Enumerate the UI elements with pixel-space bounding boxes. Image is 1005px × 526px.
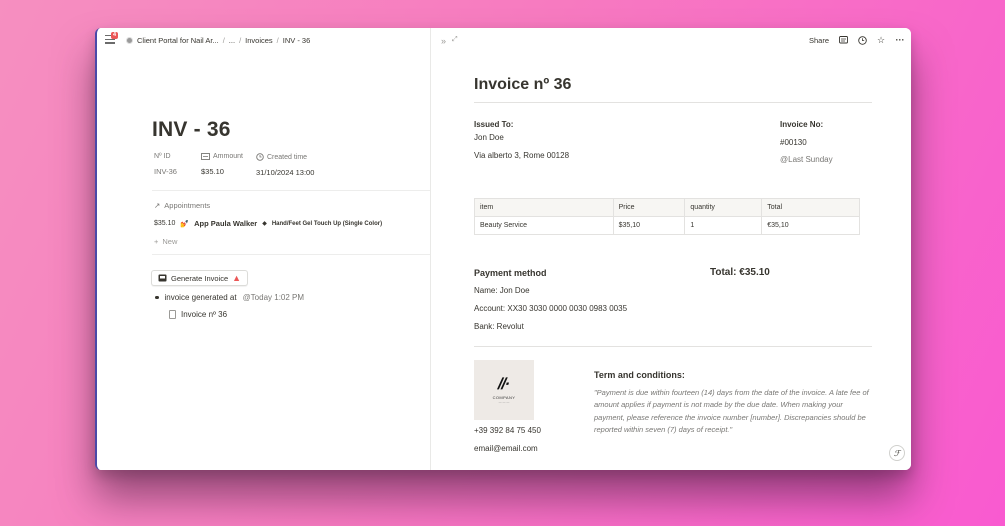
- list-item: invoice generated at @Today 1:02 PM: [155, 293, 304, 302]
- comment-icon[interactable]: [838, 35, 848, 45]
- subpage-label: Invoice nº 36: [181, 310, 228, 319]
- divider: [474, 102, 872, 103]
- breadcrumb-separator: /: [276, 36, 279, 45]
- payment-method-heading: Payment method: [474, 268, 547, 278]
- bullet-dot: [155, 295, 159, 300]
- gem-icon: ◆: [262, 221, 267, 227]
- property-value: 31/10/2024 13:00: [256, 168, 315, 177]
- subpage-link[interactable]: Invoice nº 36: [169, 310, 227, 319]
- divider: [152, 190, 430, 191]
- help-icon[interactable]: ℱ: [889, 445, 905, 461]
- arrow-up-right-icon: ↗: [154, 201, 161, 210]
- left-page: 4 Client Portal for Nail Ar... / ... / I…: [97, 28, 430, 470]
- terms-heading: Term and conditions:: [594, 370, 685, 380]
- payment-account: Account: XX30 3030 0000 0030 0983 0035: [474, 304, 628, 313]
- logo-tagline: — — —: [498, 400, 510, 404]
- appointment-item[interactable]: $35.10 💅 App Paula Walker ◆ Hand/Feet Ge…: [154, 219, 382, 228]
- breadcrumb-separator: /: [222, 36, 225, 45]
- property-head: Created time: [256, 153, 314, 161]
- breadcrumb-item-portal[interactable]: Client Portal for Nail Ar...: [137, 36, 219, 45]
- page-icon: [169, 310, 176, 319]
- number-icon: [201, 153, 210, 160]
- table-row: Beauty Service $35,10 1 €35,10: [474, 216, 860, 235]
- workspace-favicon-icon: [126, 37, 133, 44]
- column-header: Total: [761, 198, 860, 217]
- more-options-icon[interactable]: ···: [895, 35, 905, 45]
- breadcrumb-item-invoices[interactable]: Invoices: [245, 36, 273, 45]
- page-title[interactable]: INV - 36: [152, 118, 231, 142]
- new-label: New: [162, 237, 178, 246]
- nail-polish-icon: 💅: [180, 220, 190, 228]
- property-created-time[interactable]: Created time 31/10/2024 13:00: [256, 153, 314, 177]
- expand-icon[interactable]: ⤢: [452, 36, 458, 46]
- appointment-price: $35.10: [154, 220, 176, 227]
- generate-invoice-label: Generate Invoice: [171, 273, 229, 283]
- appointment-service[interactable]: Hand/Feet Gel Touch Up (Single Color): [272, 221, 382, 227]
- plus-icon: +: [154, 237, 159, 246]
- property-label: Ammount: [213, 153, 243, 160]
- invoice-no-label: Invoice No:: [780, 120, 824, 129]
- property-label: Nº ID: [154, 153, 171, 160]
- property-head: Ammount: [201, 153, 243, 160]
- table-cell[interactable]: 1: [684, 216, 763, 235]
- invoice-number: #00130: [780, 138, 807, 147]
- appointment-name[interactable]: App Paula Walker: [194, 219, 257, 228]
- invoice-date-mention[interactable]: @Last Sunday: [780, 155, 833, 164]
- issued-to-label: Issued To:: [474, 120, 514, 129]
- breadcrumb-separator: /: [239, 36, 242, 45]
- relation-appointments[interactable]: ↗ Appointments: [154, 201, 210, 210]
- notification-badge[interactable]: 4: [111, 32, 119, 39]
- divider: [152, 254, 430, 255]
- share-button[interactable]: Share: [809, 36, 829, 45]
- property-value: $35.10: [201, 167, 224, 176]
- company-logo: //· COMPANY — — —: [474, 360, 534, 420]
- invoice-title[interactable]: Invoice nº 36: [474, 76, 571, 94]
- terms-text: "Payment is due within fourteen (14) day…: [594, 388, 869, 434]
- issued-to-address: Via alberto 3, Rome 00128: [474, 151, 570, 160]
- column-header: item: [474, 198, 614, 217]
- page-actions: Share ☆ ···: [809, 35, 905, 46]
- relation-label: Appointments: [164, 201, 211, 210]
- payment-bank: Bank: Revolut: [474, 322, 524, 331]
- payment-name: Name: Jon Doe: [474, 286, 530, 295]
- date-mention[interactable]: @Today 1:02 PM: [243, 293, 304, 302]
- peek-controls: » ⤢: [441, 36, 458, 46]
- inbox-icon: [158, 274, 167, 282]
- table-header-row: item Price quantity Total: [474, 198, 860, 217]
- invoice-items-table: item Price quantity Total Beauty Service…: [474, 198, 860, 235]
- breadcrumb-item-ellipsis[interactable]: ...: [229, 36, 235, 45]
- history-icon[interactable]: [857, 35, 867, 45]
- table-cell[interactable]: €35,10: [761, 216, 860, 235]
- right-page: » ⤢ Share ☆ ··· Invoice nº 36 Issued To:…: [431, 28, 911, 470]
- property-id[interactable]: Nº ID INV-36: [154, 153, 177, 176]
- table-cell[interactable]: $35,10: [612, 216, 686, 235]
- logo-mark-icon: //·: [496, 376, 513, 393]
- favorite-star-icon[interactable]: ☆: [876, 35, 886, 45]
- property-value: INV-36: [154, 167, 177, 176]
- invoice-total: Total: €35.10: [710, 267, 770, 278]
- company-email[interactable]: email@email.com: [474, 444, 538, 453]
- breadcrumb: Client Portal for Nail Ar... / ... / Inv…: [126, 36, 310, 45]
- log-text: invoice generated at: [164, 293, 237, 302]
- column-header: quantity: [684, 198, 763, 217]
- property-amount[interactable]: Ammount $35.10: [201, 153, 243, 176]
- warning-icon: ▲: [232, 272, 242, 283]
- divider: [474, 346, 872, 347]
- generate-invoice-button[interactable]: Generate Invoice ▲: [151, 270, 249, 286]
- close-peek-icon[interactable]: »: [441, 36, 446, 46]
- add-new-button[interactable]: + New: [154, 237, 177, 246]
- breadcrumb-item-current[interactable]: INV - 36: [283, 36, 311, 45]
- company-phone: +39 392 84 75 450: [474, 426, 541, 435]
- column-header: Price: [612, 198, 686, 217]
- table-cell[interactable]: Beauty Service: [474, 216, 614, 235]
- notion-window: 4 Client Portal for Nail Ar... / ... / I…: [95, 28, 911, 470]
- issued-to-name: Jon Doe: [474, 133, 504, 142]
- property-label: Created time: [267, 153, 308, 161]
- clock-icon: [256, 153, 264, 161]
